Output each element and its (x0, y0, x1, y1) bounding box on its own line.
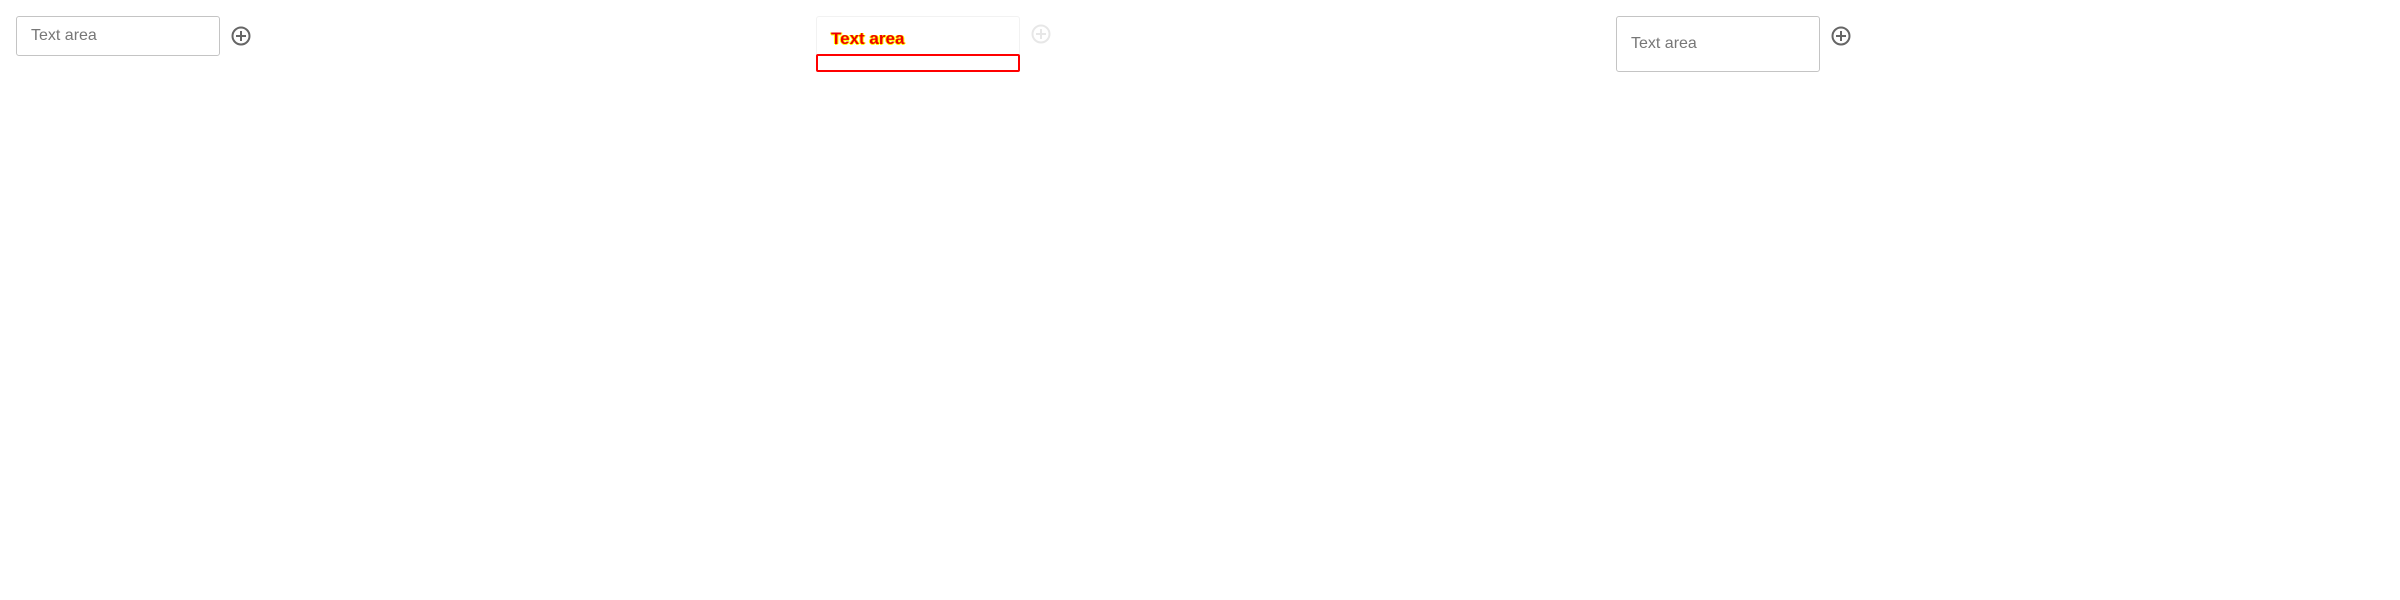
plus-circle-icon[interactable] (1031, 24, 1051, 44)
text-area-placeholder: Text area (1631, 35, 1697, 52)
text-area-3[interactable]: Text area (1616, 16, 1820, 72)
text-area-placeholder: Text area (31, 27, 97, 44)
text-area-1[interactable]: Text area (16, 16, 220, 56)
plus-circle-icon[interactable] (231, 26, 251, 46)
plus-circle-icon[interactable] (1831, 26, 1851, 46)
text-area-placeholder: Text area (831, 29, 905, 48)
highlight-box (816, 54, 1020, 72)
